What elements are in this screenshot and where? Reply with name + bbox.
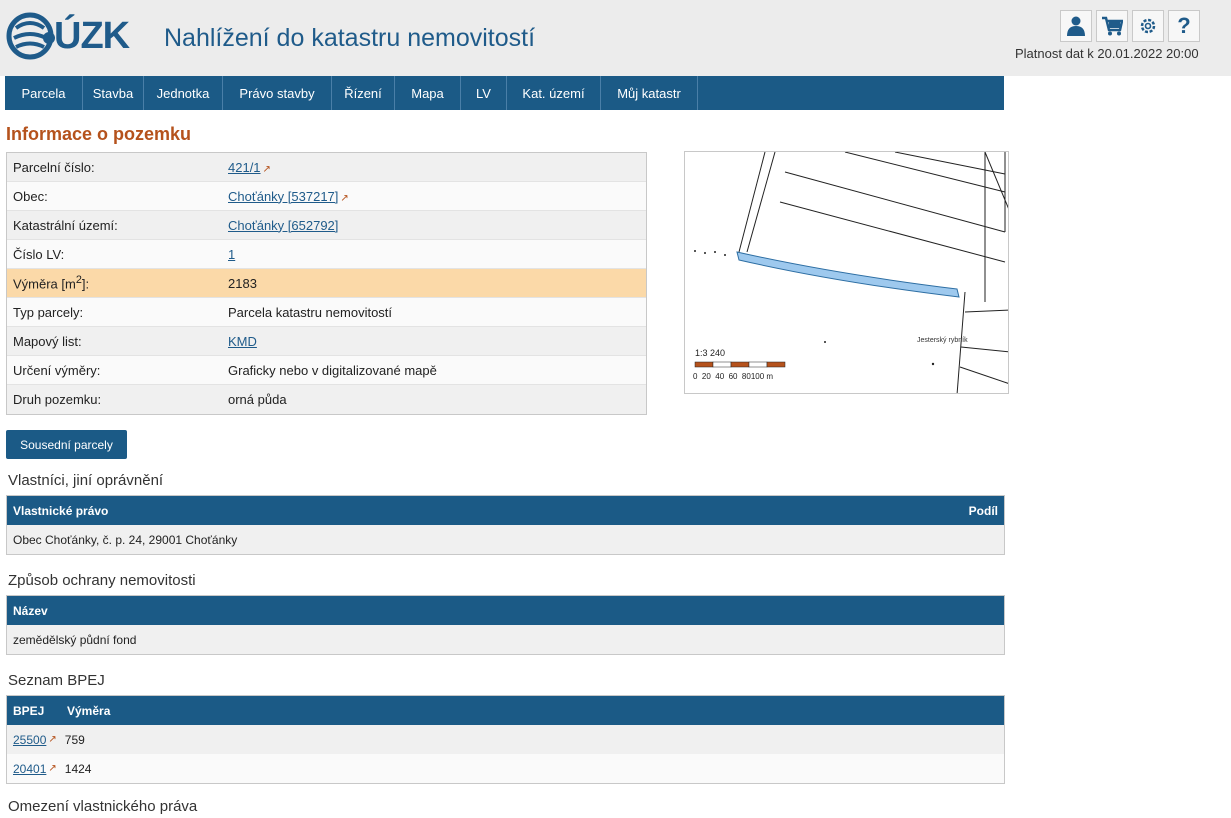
owner-name: Obec Choťánky, č. p. 24, 29001 Choťánky	[13, 532, 238, 547]
info-value: Choťánky [652792]	[228, 218, 338, 233]
user-icon[interactable]	[1060, 10, 1092, 42]
table-row: Obec Choťánky, č. p. 24, 29001 Choťánky	[7, 525, 1004, 554]
parcel-info-table: Parcelní číslo: 421/1 ↗ Obec: Choťánky [5…	[6, 152, 647, 415]
info-value: 1	[228, 247, 235, 262]
area-label-end: ]:	[81, 276, 90, 292]
external-link-icon: ↗	[340, 192, 349, 204]
nav-item-mapa[interactable]: Mapa	[395, 76, 461, 110]
info-value: 421/1 ↗	[228, 160, 271, 175]
nav-item-lv[interactable]: LV	[461, 76, 507, 110]
table-row: 25500 ↗ 759	[7, 725, 1004, 754]
help-icon[interactable]: ?	[1168, 10, 1200, 42]
gear-icon[interactable]	[1132, 10, 1164, 42]
bpej-table: BPEJ Výměra 25500 ↗ 759 20401 ↗ 1424	[6, 695, 1005, 784]
info-row-parcel-number: Parcelní číslo: 421/1 ↗	[7, 153, 646, 182]
data-validity-text: Platnost dat k 20.01.2022 20:00	[1015, 46, 1199, 61]
info-row-parcel-type: Typ parcely: Parcela katastru nemovitost…	[7, 298, 646, 327]
neighbor-parcels-button[interactable]: Sousední parcely	[6, 430, 127, 459]
bpej-col-area: Výměra	[67, 703, 111, 718]
protection-table-header: Název	[7, 596, 1004, 625]
protection-col-name: Název	[13, 603, 48, 618]
bpej-code-link[interactable]: 20401	[13, 762, 46, 776]
nav-item-stavba[interactable]: Stavba	[83, 76, 144, 110]
cart-icon[interactable]	[1096, 10, 1128, 42]
municipality-link[interactable]: Choťánky [537217]	[228, 189, 338, 204]
info-value: Parcela katastru nemovitostí	[228, 304, 393, 320]
main-nav: Parcela Stavba Jednotka Právo stavby Říz…	[5, 76, 1004, 110]
owners-section-title: Vlastníci, jiní oprávnění	[8, 472, 164, 489]
owners-col-ownership: Vlastnické právo	[13, 503, 109, 518]
map-place-label: Jesterský rybník	[917, 337, 968, 344]
info-row-land-type: Druh pozemku: orná půda	[7, 385, 646, 414]
bpej-area: 759	[64, 732, 85, 747]
header-toolbar: ?	[1060, 10, 1200, 42]
map-drawing: Jesterský rybník 1:3 240 0 20 40 60 8010…	[693, 152, 1008, 393]
logo-text: ÚZK	[54, 14, 130, 57]
nav-item-rizeni[interactable]: Řízení	[332, 76, 395, 110]
info-value: Graficky nebo v digitalizované mapě	[228, 362, 437, 378]
external-link-icon: ↗	[48, 763, 57, 774]
info-label: Určení výměry:	[13, 362, 101, 378]
bpej-section-title: Seznam BPEJ	[8, 672, 105, 689]
info-label: Výměra [m2]:	[7, 274, 228, 291]
owners-col-share: Podíl	[968, 503, 998, 518]
bpej-code-link[interactable]: 25500	[13, 733, 46, 747]
info-row-area: Výměra [m2]: 2183	[7, 269, 646, 298]
cuzk-logo[interactable]: ÚZK	[6, 10, 130, 62]
owners-table-header: Vlastnické právo Podíl	[7, 496, 1004, 525]
info-row-area-determination: Určení výměry: Graficky nebo v digitaliz…	[7, 356, 646, 385]
info-row-map-sheet: Mapový list: KMD	[7, 327, 646, 356]
logo-emblem-icon	[6, 12, 55, 60]
nav-item-jednotka[interactable]: Jednotka	[144, 76, 223, 110]
external-link-icon: ↗	[262, 163, 271, 175]
protection-table: Název zemědělský půdní fond	[6, 595, 1005, 655]
bpej-area: 1424	[64, 761, 92, 776]
info-label: Druh pozemku:	[13, 392, 102, 407]
info-row-cadastral-area: Katastrální území: Choťánky [652792]	[7, 211, 646, 240]
parcel-map[interactable]: Jesterský rybník 1:3 240 0 20 40 60 8010…	[684, 151, 1009, 394]
app-header: ÚZK Nahlížení do katastru nemovitostí ? …	[0, 0, 1231, 76]
info-label: Číslo LV:	[13, 246, 65, 262]
external-link-icon: ↗	[48, 734, 57, 745]
info-value: Choťánky [537217] ↗	[228, 189, 349, 204]
info-row-municipality: Obec: Choťánky [537217] ↗	[7, 182, 646, 211]
protection-section-title: Způsob ochrany nemovitosti	[8, 572, 196, 589]
table-row: 20401 ↗ 1424	[7, 754, 1004, 783]
map-scale-ticks: 0 20 40 60 80100 m	[693, 372, 773, 381]
info-value: KMD	[228, 334, 257, 349]
nav-item-muj-katastr[interactable]: Můj katastr	[601, 76, 698, 110]
nav-item-kat-uzemi[interactable]: Kat. území	[507, 76, 601, 110]
bpej-table-header: BPEJ Výměra	[7, 696, 1004, 725]
info-label: Katastrální území:	[13, 217, 118, 233]
info-label: Mapový list:	[13, 333, 82, 349]
info-row-lv-number: Číslo LV: 1	[7, 240, 646, 269]
lv-number-link[interactable]: 1	[228, 247, 235, 262]
info-label: Typ parcely:	[13, 304, 84, 320]
info-label: Parcelní číslo:	[13, 159, 95, 175]
nav-item-pravo-stavby[interactable]: Právo stavby	[223, 76, 332, 110]
area-value: 2183	[228, 275, 257, 291]
info-value: orná půda	[228, 392, 287, 407]
owners-table: Vlastnické právo Podíl Obec Choťánky, č.…	[6, 495, 1005, 555]
bpej-col-code: BPEJ	[13, 703, 45, 718]
protection-value: zemědělský půdní fond	[13, 632, 137, 647]
table-row: zemědělský půdní fond	[7, 625, 1004, 654]
restrictions-section-title: Omezení vlastnického práva	[8, 798, 198, 815]
nav-item-parcela[interactable]: Parcela	[5, 76, 83, 110]
app-title: Nahlížení do katastru nemovitostí	[164, 24, 536, 52]
page-title: Informace o pozemku	[6, 124, 192, 144]
area-label-text: Výměra [m	[13, 276, 76, 292]
cadastral-area-link[interactable]: Choťánky [652792]	[228, 218, 338, 233]
map-sheet-link[interactable]: KMD	[228, 334, 257, 349]
parcel-number-link[interactable]: 421/1	[228, 160, 261, 175]
info-label: Obec:	[13, 188, 48, 204]
map-scale-label: 1:3 240	[695, 348, 725, 358]
